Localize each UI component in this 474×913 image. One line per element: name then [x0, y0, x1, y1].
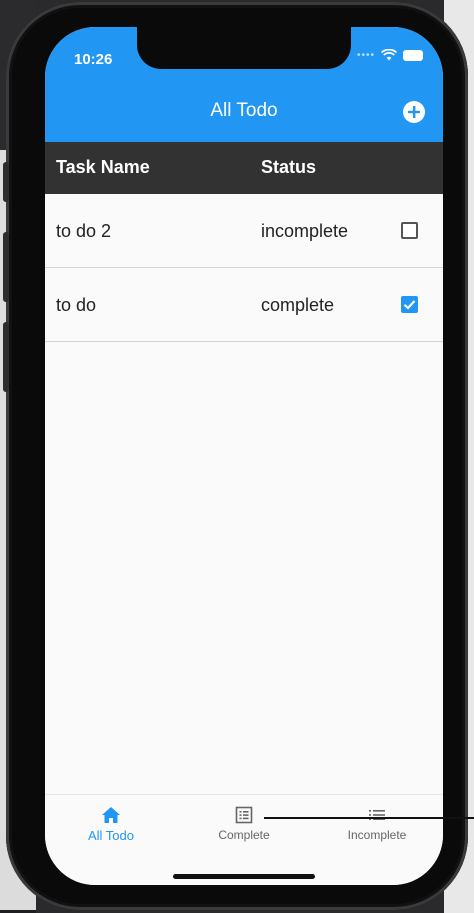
battery-icon: [403, 49, 423, 61]
checkmark-icon: [403, 300, 416, 310]
add-todo-button[interactable]: [402, 100, 426, 124]
nav-incomplete[interactable]: Incomplete: [311, 795, 443, 855]
table-header: Task Name Status: [45, 142, 443, 194]
phone-screen: 10:26 •••• All Todo Task Name Status to …: [45, 27, 443, 885]
task-name: to do: [56, 295, 97, 315]
wifi-icon: [381, 49, 397, 61]
bottom-navigation: All Todo Complete Incomplete: [45, 794, 443, 885]
home-icon: [102, 807, 120, 823]
signal-dots-icon: ••••: [356, 49, 375, 61]
task-name: to do 2: [56, 221, 112, 241]
status-checkbox[interactable]: [401, 296, 418, 313]
column-header-status: Status: [261, 157, 317, 177]
app-bar: 10:26 •••• All Todo: [45, 27, 443, 142]
nav-complete[interactable]: Complete: [178, 795, 310, 855]
page-title: All Todo: [210, 100, 278, 121]
list-box-icon: [235, 806, 253, 824]
nav-label: Incomplete: [347, 828, 407, 842]
task-status: incomplete: [261, 221, 349, 241]
task-status: complete: [261, 295, 335, 315]
notch: [137, 27, 351, 69]
home-indicator: [173, 874, 315, 879]
pointer-line: [264, 817, 474, 819]
list-icon: [369, 810, 385, 820]
status-icons: ••••: [357, 49, 423, 61]
nav-label: All Todo: [87, 828, 134, 843]
status-checkbox[interactable]: [401, 222, 418, 239]
nav-label: Complete: [218, 828, 270, 842]
status-time: 10:26: [74, 51, 113, 68]
column-header-task-name: Task Name: [56, 157, 150, 177]
nav-all-todo[interactable]: All Todo: [45, 795, 177, 855]
table-row[interactable]: to do complete: [45, 268, 443, 342]
table-row[interactable]: to do 2 incomplete: [45, 194, 443, 268]
